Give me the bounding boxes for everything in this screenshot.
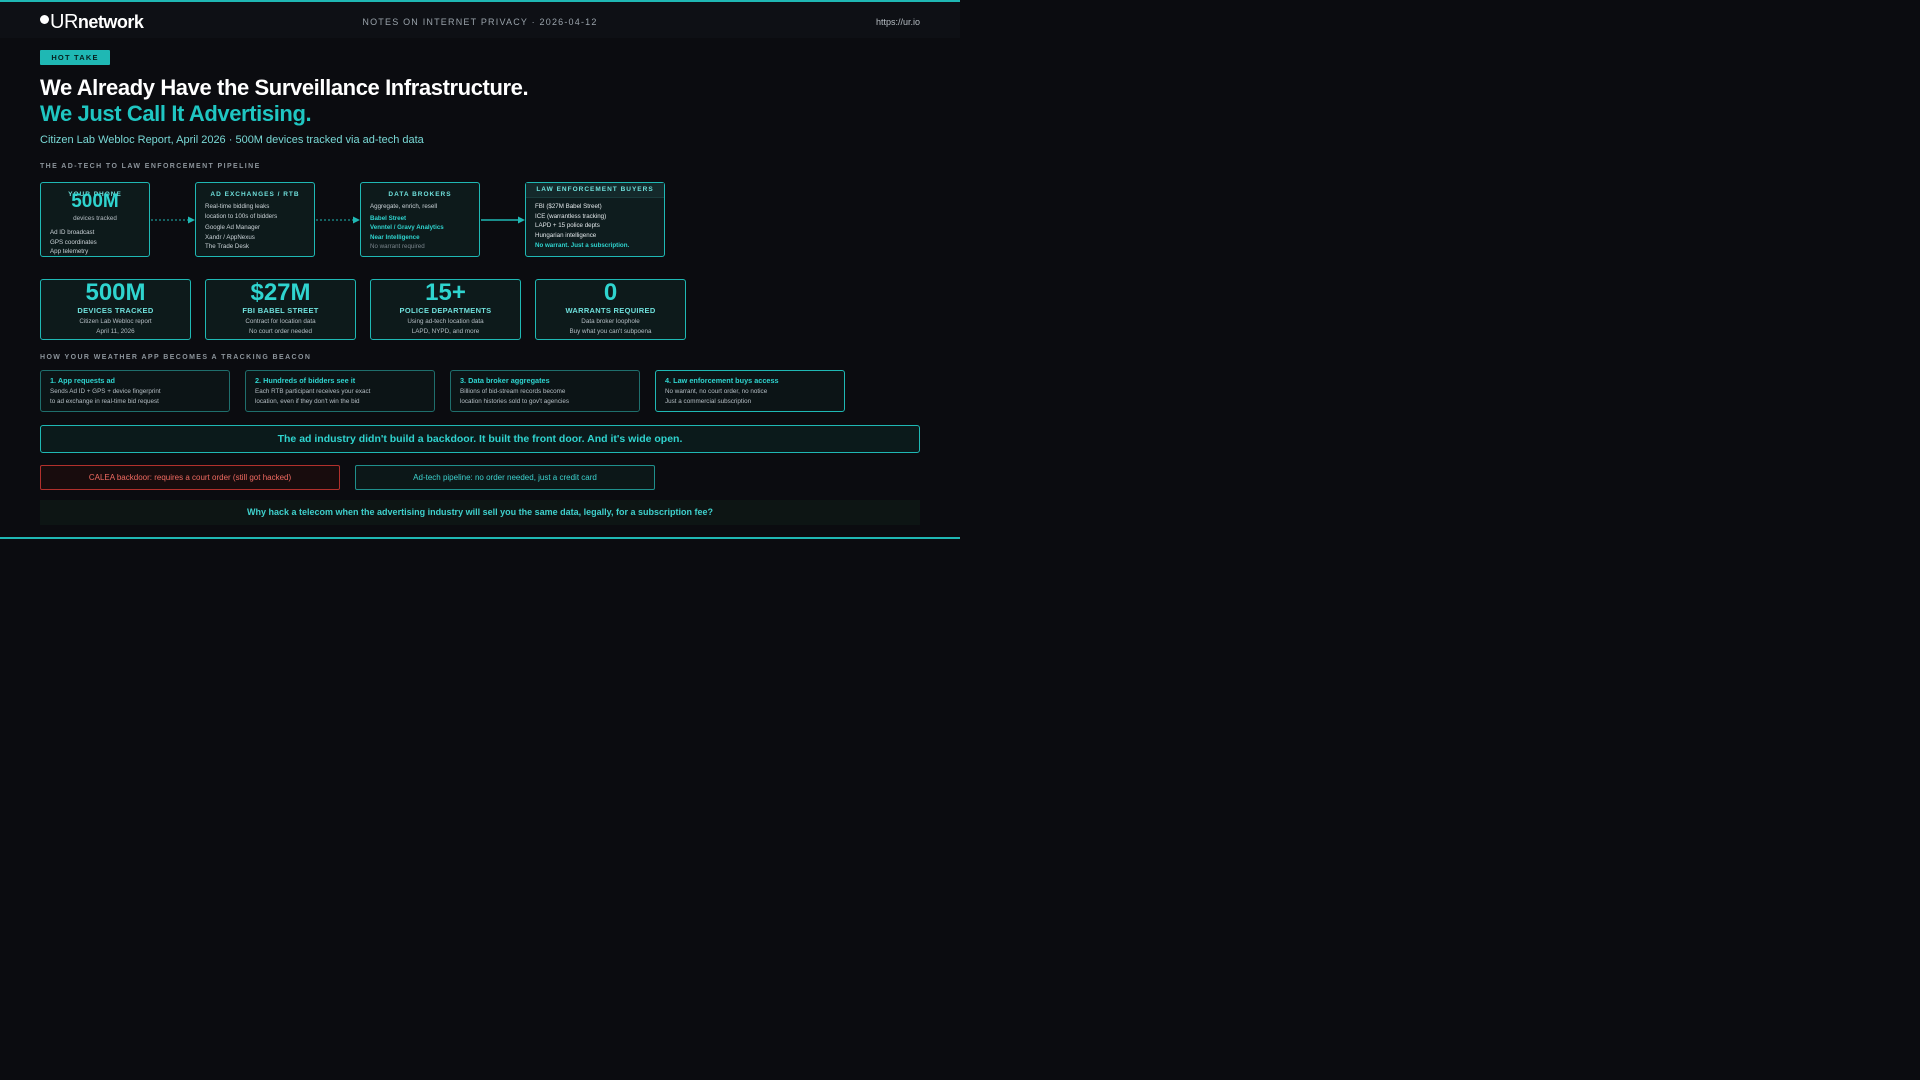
stat-card: 15+ POLICE DEPARTMENTS Using ad-tech loc… — [370, 279, 521, 340]
pipeline-exchanges-desc-line: Real-time bidding leaks — [205, 203, 270, 210]
page-frame: UR network NOTES ON INTERNET PRIVACY · 2… — [0, 0, 960, 540]
adtech-comparison-box: Ad-tech pipeline: no order needed, just … — [355, 465, 655, 490]
pipeline-exchanges-item: The Trade Desk — [205, 243, 250, 250]
step-desc: No warrant, no court order, no notice — [665, 388, 768, 395]
step-title: 2. Hundreds of bidders see it — [255, 376, 356, 385]
stat-detail: Buy what you can't subpoena — [569, 328, 652, 335]
stat-label: FBI BABEL STREET — [242, 306, 319, 315]
dashed-arrow-icon — [151, 216, 195, 224]
step-desc: to ad exchange in real-time bid request — [50, 398, 159, 405]
pipeline-source-box: YOUR PHONE 500M devices tracked Ad ID br… — [40, 182, 150, 257]
stat-detail: LAPD, NYPD, and more — [411, 328, 480, 335]
steps-section-label: HOW YOUR WEATHER APP BECOMES A TRACKING … — [40, 354, 312, 361]
stat-number: 500M — [85, 279, 146, 306]
header-url-link[interactable]: https://ur.io — [876, 17, 920, 27]
stat-number: 15+ — [425, 279, 466, 306]
pipeline-exchanges-desc-line: location to 100s of bidders — [205, 212, 278, 220]
step-card: 1. App requests ad Sends Ad ID + GPS + d… — [40, 370, 230, 412]
step-card-highlighted: 4. Law enforcement buys access No warran… — [655, 370, 845, 412]
step-desc: Just a commercial subscription — [665, 398, 752, 405]
step-desc: location, even if they don't win the bid — [255, 398, 360, 405]
stat-label: POLICE DEPARTMENTS — [399, 306, 492, 315]
pipeline-exchanges-box: AD EXCHANGES / RTB Real-time bidding lea… — [195, 182, 315, 257]
subtitle: Citizen Lab Webloc Report, April 2026 · … — [40, 134, 424, 146]
stat-card: $27M FBI BABEL STREET Contract for locat… — [205, 279, 356, 340]
step-desc: location histories sold to gov't agencie… — [460, 398, 570, 405]
solid-arrow-icon — [481, 216, 525, 224]
step-title: 3. Data broker aggregates — [460, 376, 550, 385]
pipeline-brokers-note: No warrant required — [370, 243, 425, 250]
stat-label: WARRANTS REQUIRED — [565, 306, 656, 315]
pipeline-brokers-box: DATA BROKERS Aggregate, enrich, resell B… — [360, 182, 480, 257]
stat-detail: Contract for location data — [245, 318, 316, 325]
pipeline-source-big-number: 500M — [71, 191, 119, 212]
pipeline-source-item: App telemetry — [50, 248, 89, 255]
step-desc: Sends Ad ID + GPS + device fingerprint — [50, 388, 161, 395]
stat-detail: No court order needed — [248, 328, 312, 335]
stat-detail: Data broker loophole — [581, 318, 640, 325]
stat-card: 500M DEVICES TRACKED Citizen Lab Webloc … — [40, 279, 191, 340]
header-bar: UR network NOTES ON INTERNET PRIVACY · 2… — [0, 2, 960, 38]
stat-detail: Citizen Lab Webloc report — [79, 318, 152, 325]
bottom-accent-line — [0, 537, 960, 539]
pipeline-exchanges-item: Google Ad Manager — [205, 224, 261, 231]
step-card: 2. Hundreds of bidders see it Each RTB p… — [245, 370, 435, 412]
pipeline-brokers-title: DATA BROKERS — [388, 191, 452, 198]
pipeline-exchanges-desc: Real-time bidding leaks location to 100s… — [205, 202, 314, 221]
pipeline-source-item: GPS coordinates — [50, 238, 97, 246]
pipeline-brokers-content: Aggregate, enrich, resell Babel Street V… — [370, 202, 479, 252]
dashed-arrow-icon — [316, 216, 360, 224]
calea-comparison-box: CALEA backdoor: requires a court order (… — [40, 465, 340, 490]
stat-detail: Using ad-tech location data — [407, 318, 484, 325]
step-card: 3. Data broker aggregates Billions of bi… — [450, 370, 640, 412]
broker-name: Near Intelligence — [370, 233, 420, 241]
stat-detail: April 11, 2026 — [96, 328, 135, 335]
pipeline-buyers-box: LAW ENFORCEMENT BUYERS FBI ($27M Babel S… — [525, 182, 665, 257]
key-message-banner: The ad industry didn't build a backdoor.… — [40, 425, 920, 453]
pipeline-exchanges-item: Xandr / AppNexus — [205, 233, 255, 241]
pipeline-source-caption: devices tracked — [73, 215, 117, 222]
pipeline-source-list: Ad ID broadcast GPS coordinates App tele… — [50, 228, 149, 257]
step-desc: Billions of bid-stream records become — [460, 388, 566, 395]
stat-card: 0 WARRANTS REQUIRED Data broker loophole… — [535, 279, 686, 340]
pipeline-section-label: THE AD-TECH TO LAW ENFORCEMENT PIPELINE — [40, 163, 261, 170]
closing-question: Why hack a telecom when the advertising … — [40, 500, 920, 525]
pipeline-buyer-item: FBI ($27M Babel Street) — [535, 203, 602, 210]
step-desc: Each RTB participant receives your exact — [255, 388, 371, 395]
pipeline-source-item: Ad ID broadcast — [50, 229, 95, 236]
headline-line-2: We Just Call It Advertising. — [40, 101, 312, 126]
pipeline-buyer-item: Hungarian intelligence — [535, 231, 597, 239]
headline-line-1: We Already Have the Surveillance Infrast… — [40, 75, 529, 100]
pipeline-buyers-list: FBI ($27M Babel Street) ICE (warrantless… — [535, 202, 664, 251]
pipeline-exchanges-title: AD EXCHANGES / RTB — [210, 191, 300, 198]
broker-name: Venntel / Gravy Analytics — [370, 224, 444, 231]
pipeline-exchanges-list: Google Ad Manager Xandr / AppNexus The T… — [205, 223, 314, 252]
broker-name: Babel Street — [370, 214, 407, 222]
stat-number: 0 — [603, 279, 618, 306]
step-title: 4. Law enforcement buys access — [665, 376, 779, 385]
pipeline-buyer-item: LAPD + 15 police depts — [535, 222, 600, 229]
stat-number: $27M — [250, 279, 311, 306]
pipeline-buyers-note: No warrant. Just a subscription. — [535, 242, 630, 249]
pipeline-brokers-desc: Aggregate, enrich, resell — [370, 203, 438, 210]
pipeline-buyer-item: ICE (warrantless tracking) — [535, 212, 607, 220]
pipeline-buyers-title: LAW ENFORCEMENT BUYERS — [526, 183, 664, 198]
header-series-date: NOTES ON INTERNET PRIVACY · 2026-04-12 — [362, 17, 598, 27]
hot-take-badge: HOT TAKE — [40, 50, 110, 65]
step-title: 1. App requests ad — [50, 376, 116, 385]
stat-label: DEVICES TRACKED — [77, 306, 154, 315]
